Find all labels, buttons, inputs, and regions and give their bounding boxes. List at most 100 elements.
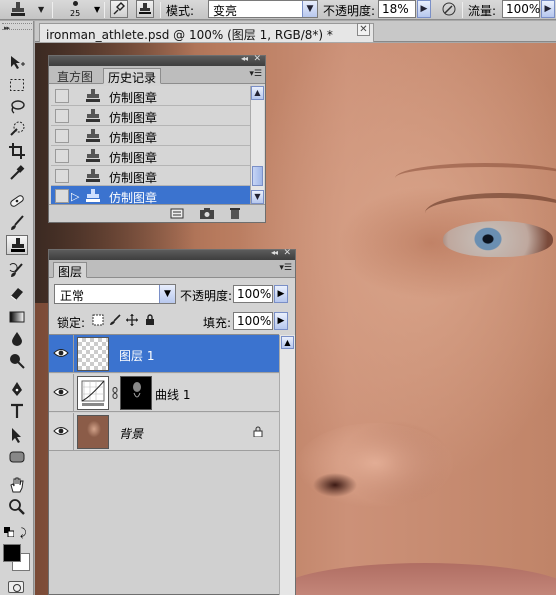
chevron-down-icon: ▼ [159,285,175,303]
history-state-pointer-icon[interactable]: ▷ [71,190,79,203]
panel-menu-icon[interactable]: ▾☰ [249,69,262,79]
lasso-tool[interactable] [6,97,28,117]
history-item[interactable]: 仿制图章 [51,126,251,146]
collapse-panel-icon[interactable]: ◂◂ [241,54,248,63]
shape-tool[interactable] [6,447,28,467]
layer-name[interactable]: 背景 [119,425,143,442]
camera-snapshot-icon[interactable] [199,207,215,220]
panel-titlebar[interactable]: ◂◂ ✕ [49,54,265,66]
marquee-tool[interactable] [6,75,28,95]
flow-slider-button[interactable]: ▶ [541,0,555,18]
fill-input[interactable]: 100% [233,312,273,330]
layer-name[interactable]: 图层 1 [119,347,154,364]
tab-histogram[interactable]: 直方图 [53,68,97,84]
dodge-tool[interactable] [6,351,28,371]
tool-preset-picker[interactable] [3,1,33,18]
layer-thumbnail[interactable] [77,337,109,371]
quick-selection-tool[interactable] [6,119,28,139]
history-item-selected[interactable]: ▷ 仿制图章 [51,186,251,204]
clone-stamp-tool[interactable] [6,235,28,255]
history-source-checkbox[interactable] [55,149,69,163]
layer-row-curves-1[interactable]: 曲线 1 [49,374,279,412]
visibility-eye-icon[interactable] [53,385,69,399]
history-item[interactable]: 仿制图章 [51,166,251,186]
gradient-tool[interactable] [6,307,28,327]
layer-name[interactable]: 曲线 1 [155,386,190,403]
scroll-thumb[interactable] [252,166,263,186]
layer-opacity-slider-button[interactable]: ▶ [274,285,288,303]
healing-brush-tool[interactable] [6,191,28,211]
lock-all-icon[interactable] [144,314,156,326]
scroll-down-icon[interactable]: ▼ [251,190,264,204]
default-colors-icon[interactable] [4,527,14,537]
visibility-eye-icon[interactable] [53,346,69,360]
move-tool[interactable] [6,53,28,73]
toggle-clone-source-button[interactable] [136,0,154,18]
history-source-checkbox[interactable] [55,109,69,123]
layer-mask-thumbnail[interactable] [120,376,152,410]
panel-titlebar[interactable]: ◂◂ ✕ [49,248,295,260]
document-tab[interactable]: ironman_athlete.psd @ 100% (图层 1, RGB/8*… [39,23,374,42]
flow-input[interactable]: 100% [502,0,540,18]
new-document-from-state-icon[interactable] [169,207,185,220]
opacity-input[interactable]: 18% [378,0,416,18]
history-source-checkbox[interactable] [55,129,69,143]
layer-opacity-input[interactable]: 100% [233,285,273,303]
fill-slider-button[interactable]: ▶ [274,312,288,330]
lock-transparency-icon[interactable] [92,314,104,326]
history-source-checkbox[interactable] [55,89,69,103]
scroll-up-icon[interactable]: ▲ [251,86,264,100]
quick-mask-button[interactable] [8,581,24,593]
zoom-tool[interactable] [6,497,28,517]
toggle-brush-panel-button[interactable] [110,0,128,18]
hand-icon [10,477,24,493]
close-panel-icon[interactable]: ✕ [253,54,261,64]
layer-thumbnail[interactable] [77,415,109,449]
layer-row-layer-1[interactable]: 图层 1 [49,335,279,373]
flow-label: 流量: [468,4,497,18]
trash-icon[interactable] [227,207,243,220]
history-brush-tool[interactable] [6,261,28,281]
history-item[interactable]: 仿制图章 [51,86,251,106]
close-panel-icon[interactable]: ✕ [283,248,291,258]
clone-stamp-icon [86,129,100,142]
history-source-checkbox[interactable] [55,189,69,203]
mask-link-chain-icon[interactable] [112,387,118,399]
pen-tool[interactable] [6,379,28,399]
curves-adjustment-thumbnail[interactable] [77,376,109,410]
blend-mode-select[interactable]: 正常 ▼ [54,284,176,304]
blur-tool[interactable] [6,329,28,349]
visibility-eye-icon[interactable] [53,424,69,438]
collapse-toolbox-icon[interactable]: ▸▸ [4,24,10,32]
history-item[interactable]: 仿制图章 [51,106,251,126]
history-scrollbar[interactable]: ▲ ▼ [250,86,264,204]
opacity-slider-button[interactable]: ▶ [417,0,431,18]
tablet-pressure-button[interactable] [440,0,458,18]
type-tool[interactable] [6,401,28,421]
path-selection-tool[interactable] [6,425,28,445]
mode-select[interactable]: 变亮 ▼ [208,0,318,18]
brush-tool[interactable] [6,213,28,233]
history-item[interactable]: 仿制图章 [51,146,251,166]
close-document-icon[interactable]: ✕ [357,23,370,36]
layer-row-background[interactable]: 背景 [49,413,279,451]
scroll-up-icon[interactable]: ▲ [281,336,294,349]
crop-tool[interactable] [6,141,28,161]
brush-tip-preview[interactable] [73,1,78,6]
brush-picker-dropdown-icon[interactable]: ▼ [94,5,100,14]
collapse-panel-icon[interactable]: ◂◂ [271,248,278,257]
tab-history[interactable]: 历史记录 [103,68,162,85]
swap-colors-icon[interactable]: ⤸ [20,526,27,540]
eyedropper-tool[interactable] [6,163,28,183]
lock-position-move-icon[interactable] [126,314,138,326]
foreground-color-swatch[interactable] [3,544,21,562]
history-source-checkbox[interactable] [55,169,69,183]
eraser-tool[interactable] [6,283,28,303]
panel-menu-icon[interactable]: ▾☰ [279,263,292,273]
eyedropper-icon [10,165,25,180]
tab-layers[interactable]: 图层 [53,262,88,279]
hand-tool[interactable] [6,475,28,495]
layers-scrollbar[interactable]: ▲ [279,335,295,595]
tool-preset-dropdown-icon[interactable]: ▼ [38,5,44,14]
lock-pixels-brush-icon[interactable] [109,314,121,326]
